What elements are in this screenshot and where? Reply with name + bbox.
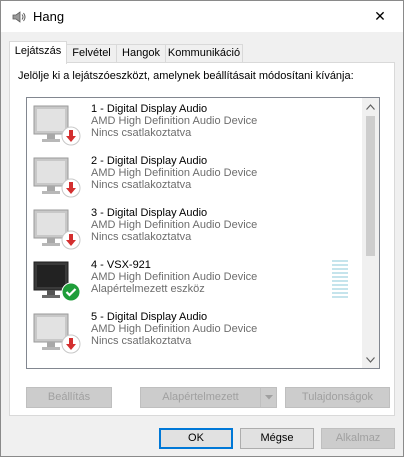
device-status: Alapértelmezett eszköz xyxy=(91,283,205,295)
properties-button[interactable]: Tulajdonságok xyxy=(285,387,390,408)
cancel-button[interactable]: Mégse xyxy=(240,428,314,449)
device-name: 1 - Digital Display Audio xyxy=(91,103,208,115)
device-item[interactable]: 3 - Digital Display Audio AMD High Defin… xyxy=(27,204,363,256)
window-title: Hang xyxy=(33,9,65,24)
vertical-scrollbar[interactable] xyxy=(362,98,379,368)
apply-button[interactable]: Alkalmaz xyxy=(321,428,395,449)
monitor-disconnected-icon xyxy=(33,313,81,354)
device-description: AMD High Definition Audio Device xyxy=(91,271,258,283)
device-name: 5 - Digital Display Audio xyxy=(91,311,208,323)
device-description: AMD High Definition Audio Device xyxy=(91,323,258,335)
tab-communications[interactable]: Kommunikáció xyxy=(165,44,243,63)
scrollbar-thumb[interactable] xyxy=(366,116,375,256)
close-icon: ✕ xyxy=(374,8,386,24)
device-description: AMD High Definition Audio Device xyxy=(91,219,258,231)
monitor-default-icon xyxy=(33,261,81,302)
device-description: AMD High Definition Audio Device xyxy=(91,167,258,179)
volume-level-meter xyxy=(332,260,348,300)
device-status: Nincs csatlakoztatva xyxy=(91,335,192,347)
device-name: 4 - VSX-921 xyxy=(91,259,151,271)
monitor-disconnected-icon xyxy=(33,157,81,198)
device-item[interactable]: 5 - Digital Display Audio AMD High Defin… xyxy=(27,308,363,360)
speaker-icon xyxy=(12,11,26,23)
device-name: 3 - Digital Display Audio xyxy=(91,207,208,219)
tab-sounds[interactable]: Hangok xyxy=(116,44,166,63)
scroll-up-button[interactable] xyxy=(362,98,379,115)
device-status: Nincs csatlakoztatva xyxy=(91,179,192,191)
title-bar[interactable]: Hang ✕ xyxy=(1,1,403,32)
sound-dialog: Hang ✕ Lejátszás Felvétel Hangok Kommuni… xyxy=(0,0,404,457)
monitor-disconnected-icon xyxy=(33,105,81,146)
chevron-down-icon xyxy=(366,356,375,363)
monitor-disconnected-icon xyxy=(33,209,81,250)
device-description: AMD High Definition Audio Device xyxy=(91,115,258,127)
instruction-text: Jelölje ki a lejátszóeszközt, amelynek b… xyxy=(18,70,354,82)
chevron-down-icon xyxy=(264,395,273,400)
device-status: Nincs csatlakoztatva xyxy=(91,231,192,243)
close-button[interactable]: ✕ xyxy=(357,1,403,32)
set-default-label: Alapértelmezett xyxy=(162,391,239,403)
set-default-dropdown[interactable] xyxy=(260,388,276,407)
device-item[interactable]: 1 - Digital Display Audio AMD High Defin… xyxy=(27,100,363,152)
tab-label: Felvétel xyxy=(72,47,111,59)
device-item[interactable]: 2 - Digital Display Audio AMD High Defin… xyxy=(27,152,363,204)
device-status: Nincs csatlakoztatva xyxy=(91,127,192,139)
chevron-up-icon xyxy=(366,103,375,110)
tab-recording[interactable]: Felvétel xyxy=(66,44,117,63)
set-default-split-button[interactable]: Alapértelmezett xyxy=(140,387,277,408)
device-list[interactable]: 1 - Digital Display Audio AMD High Defin… xyxy=(26,97,380,369)
playback-panel: Jelölje ki a lejátszóeszközt, amelynek b… xyxy=(9,62,395,416)
ok-button[interactable]: OK xyxy=(159,428,233,449)
configure-button[interactable]: Beállítás xyxy=(26,387,112,408)
device-item-default[interactable]: 4 - VSX-921 AMD High Definition Audio De… xyxy=(27,256,363,308)
tab-label: Kommunikáció xyxy=(167,47,241,59)
tab-label: Hangok xyxy=(122,47,160,59)
scroll-down-button[interactable] xyxy=(362,351,379,368)
device-name: 2 - Digital Display Audio xyxy=(91,155,208,167)
tab-label: Lejátszás xyxy=(14,45,62,57)
tab-playback[interactable]: Lejátszás xyxy=(9,41,67,64)
